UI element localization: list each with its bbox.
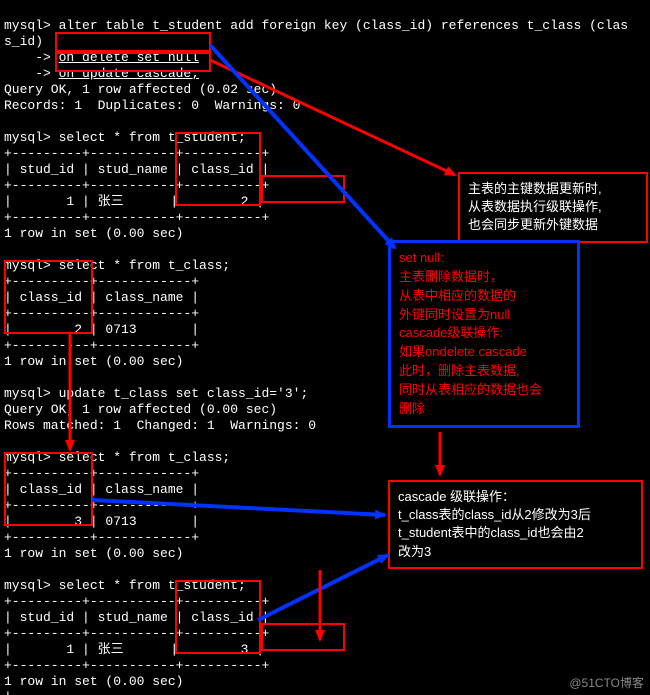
line: +---------+-----------+----------+ <box>4 594 269 609</box>
line: mysql> update t_class set class_id='3'; <box>4 386 308 401</box>
line: -> on delete set null <box>4 50 199 65</box>
line: | class_id | class_name | <box>4 482 199 497</box>
line: Query OK, 1 row affected (0.00 sec) <box>4 402 277 417</box>
line: 1 row in set (0.00 sec) <box>4 546 183 561</box>
callout-cascade-example: cascade 级联操作： t_class表的class_id从2修改为3后 t… <box>388 480 643 569</box>
callout-setnull-cascade: set null: 主表删除数据时， 从表中相应的数据的 外键同时设置为null… <box>388 240 580 428</box>
line: 1 row in set (0.00 sec) <box>4 226 183 241</box>
line <box>4 242 12 257</box>
line: Rows matched: 1 Changed: 1 Warnings: 0 <box>4 418 316 433</box>
line: | 1 | 张三 | 3 | <box>4 642 264 657</box>
line: | class_id | class_name | <box>4 290 199 305</box>
line: mysql> select * from t_class; <box>4 450 230 465</box>
line: +----------+------------+ <box>4 466 199 481</box>
line: | 2 | 0713 | <box>4 322 199 337</box>
line: Query OK, 1 row affected (0.02 sec) <box>4 82 277 97</box>
line: +----------+------------+ <box>4 306 199 321</box>
line: +---------+-----------+----------+ <box>4 658 269 673</box>
line: +----------+------------+ <box>4 338 199 353</box>
watermark: @51CTO博客 <box>569 674 644 691</box>
line: mysql> select * from t_class; <box>4 258 230 273</box>
line: | stud_id | stud_name | class_id | <box>4 610 269 625</box>
line <box>4 370 12 385</box>
line: | stud_id | stud_name | class_id | <box>4 162 269 177</box>
line: mysql> select * from t_student; <box>4 578 246 593</box>
line: +---------+-----------+----------+ <box>4 146 269 161</box>
line: | 1 | 张三 | 2 | <box>4 194 264 209</box>
line: +---------+-----------+----------+ <box>4 210 269 225</box>
line: | 3 | 0713 | <box>4 514 199 529</box>
line <box>4 434 12 449</box>
line: | <box>4 690 12 695</box>
callout-update: 主表的主键数据更新时, 从表数据执行级联操作, 也会同步更新外键数据 <box>458 172 648 243</box>
line: Records: 1 Duplicates: 0 Warnings: 0 <box>4 98 300 113</box>
line: +---------+-----------+----------+ <box>4 626 269 641</box>
line <box>4 562 12 577</box>
line: +----------+------------+ <box>4 530 199 545</box>
line: +----------+------------+ <box>4 274 199 289</box>
line: mysql> select * from t_student; <box>4 130 246 145</box>
line: s_id) <box>4 34 43 49</box>
line <box>4 114 12 129</box>
line: +----------+------------+ <box>4 498 199 513</box>
line: mysql> alter table t_student add foreign… <box>4 18 628 33</box>
line: 1 row in set (0.00 sec) <box>4 354 183 369</box>
line: 1 row in set (0.00 sec) <box>4 674 183 689</box>
line: -> on update cascade; <box>4 66 199 81</box>
line: +---------+-----------+----------+ <box>4 178 269 193</box>
